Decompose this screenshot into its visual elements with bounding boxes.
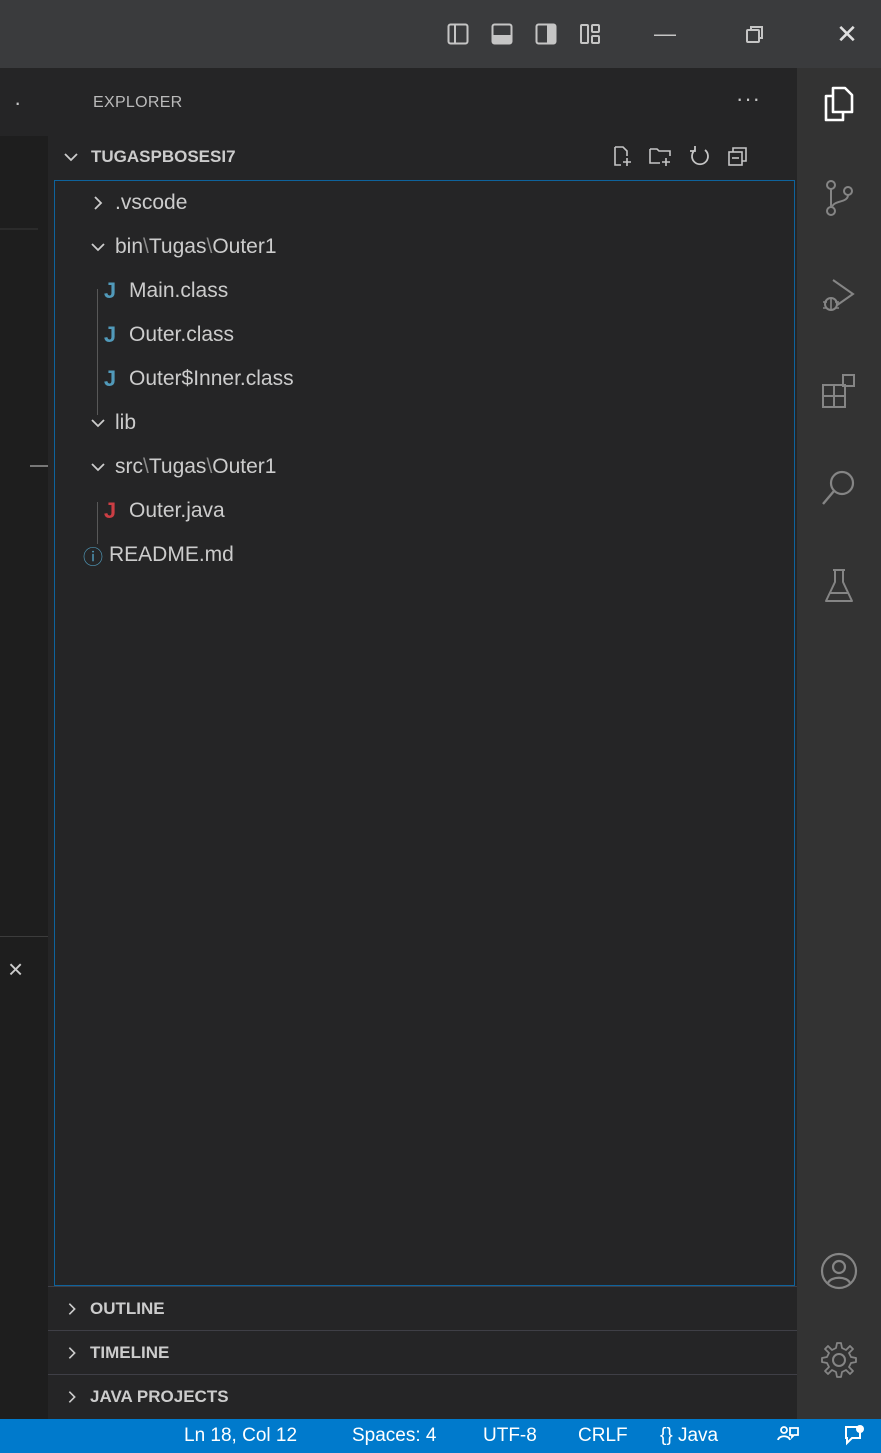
layout-sidebar-right-icon[interactable] [528,0,564,68]
tree-item-label: lib [115,411,137,434]
chevron-down-icon [91,243,105,252]
minimize-button[interactable]: — [640,0,690,68]
editor-scroll-indicator [30,465,48,467]
tree-item-outer-class[interactable]: J Outer.class [55,315,842,355]
search-icon [822,470,855,505]
tree-item-src[interactable]: src \ Tugas \ Outer1 [55,447,828,487]
section-label: TIMELINE [90,1343,170,1362]
activity-explorer[interactable] [797,84,881,124]
workspace-folder-name: TUGASPBOSESI7 [91,147,236,166]
section-java-projects[interactable]: JAVA PROJECTS [48,1374,797,1419]
manage-gear-icon [821,1342,857,1378]
feedback-icon [777,1426,799,1441]
testing-icon [825,569,853,602]
path-segment: bin [115,235,144,258]
chevron-right-icon [94,196,103,210]
section-label: OUTLINE [90,1299,165,1318]
refresh-icon[interactable] [688,144,712,168]
path-segment: Outer1 [212,455,277,478]
layout-customize-icon[interactable] [572,0,608,68]
notifications-icon [845,1425,864,1446]
editor-content[interactable] [0,136,49,936]
tree-item-label: Outer.class [129,323,235,346]
editor-tabs [0,68,48,136]
activity-source-control[interactable] [797,178,881,218]
braces-icon: {} [660,1425,673,1446]
tree-item-bin[interactable]: bin \ Tugas \ Outer1 [55,227,828,267]
extensions-icon [822,374,855,408]
layout-panel-icon[interactable] [484,0,520,68]
path-segment: src [115,455,143,478]
path-segment: Tugas [148,455,207,478]
chevron-right-icon [68,1347,76,1359]
tree-item-lib[interactable]: lib [55,403,828,443]
tree-item-label: Main.class [129,279,229,302]
tree-item-label: Outer.java [129,499,225,522]
status-notifications[interactable] [842,1424,866,1448]
layout-sidebar-left-icon[interactable] [440,0,476,68]
status-feedback[interactable] [776,1424,800,1448]
activity-run-debug[interactable] [797,274,881,314]
status-language-mode[interactable]: {} Java [660,1425,718,1447]
chevron-down-icon [91,419,105,428]
java-file-icon: J [103,322,117,347]
run-debug-icon [823,279,855,311]
explorer-sidebar: EXPLORER ··· TUGASPBOSESI7 .vscode bin \ T… [48,68,797,1419]
restore-button[interactable] [730,0,780,68]
language-label: Java [677,1425,719,1446]
chevron-right-icon [68,1303,76,1315]
chevron-down-icon [91,463,105,472]
java-file-icon: J [103,498,117,523]
activity-testing[interactable] [797,566,881,606]
workspace-folder-header[interactable]: TUGASPBOSESI7 [48,140,797,174]
tree-item-main-class[interactable]: J Main.class [55,271,842,311]
close-icon: ✕ [836,18,858,49]
editor-more-actions[interactable]: · [14,90,21,116]
status-eol[interactable]: CRLF [578,1425,628,1447]
status-indentation[interactable]: Spaces: 4 [352,1425,437,1447]
status-bar: Ln 18, Col 12 Spaces: 4 UTF-8 CRLF {} Ja… [0,1419,881,1453]
tree-item-label: .vscode [115,191,188,214]
tree-item-outer-inner-class[interactable]: J Outer$Inner.class [55,359,842,399]
tree-item-outer-java[interactable]: J Outer.java [55,491,842,531]
status-encoding[interactable]: UTF-8 [483,1425,537,1447]
tree-item-label: Outer$Inner.class [129,367,294,390]
tree-item-label: README.md [109,543,234,566]
section-label: JAVA PROJECTS [90,1387,229,1406]
bottom-panel [0,936,48,1420]
path-segment: Outer1 [212,235,277,258]
source-control-icon [826,180,853,216]
chevron-right-icon [68,1391,76,1403]
section-outline[interactable]: OUTLINE [48,1286,797,1331]
new-file-icon[interactable] [610,144,634,168]
editor-area: · × [0,68,49,1420]
accounts-icon [820,1252,858,1290]
editor-current-line [0,228,38,230]
java-file-icon: J [103,278,117,303]
status-cursor-position[interactable]: Ln 18, Col 12 [184,1425,297,1447]
path-segment: Tugas [148,235,207,258]
minimize-icon: — [654,21,676,46]
activity-search[interactable] [797,468,881,508]
explorer-title: EXPLORER [93,94,183,111]
explorer-icon [824,86,854,122]
activity-manage[interactable] [797,1340,881,1380]
file-tree: .vscode bin \ Tugas \ Outer1 J Main.class J … [54,180,795,1286]
explorer-more-actions[interactable]: ··· [736,86,761,112]
new-folder-icon[interactable] [648,144,674,168]
restore-icon [746,26,763,43]
tree-item-vscode[interactable]: .vscode [55,183,828,223]
info-icon: ⓘ [83,546,103,569]
title-bar: — ✕ [0,0,881,68]
activity-accounts[interactable] [797,1251,881,1291]
collapse-all-icon[interactable] [726,144,750,168]
java-file-icon: J [103,366,117,391]
panel-close-icon[interactable]: × [8,956,23,982]
section-timeline[interactable]: TIMELINE [48,1330,797,1375]
activity-extensions[interactable] [797,372,881,410]
activity-bar [797,68,881,1419]
chevron-down-icon [64,153,78,162]
tree-item-readme[interactable]: ⓘ README.md [55,535,822,575]
close-window-button[interactable]: ✕ [822,0,872,68]
